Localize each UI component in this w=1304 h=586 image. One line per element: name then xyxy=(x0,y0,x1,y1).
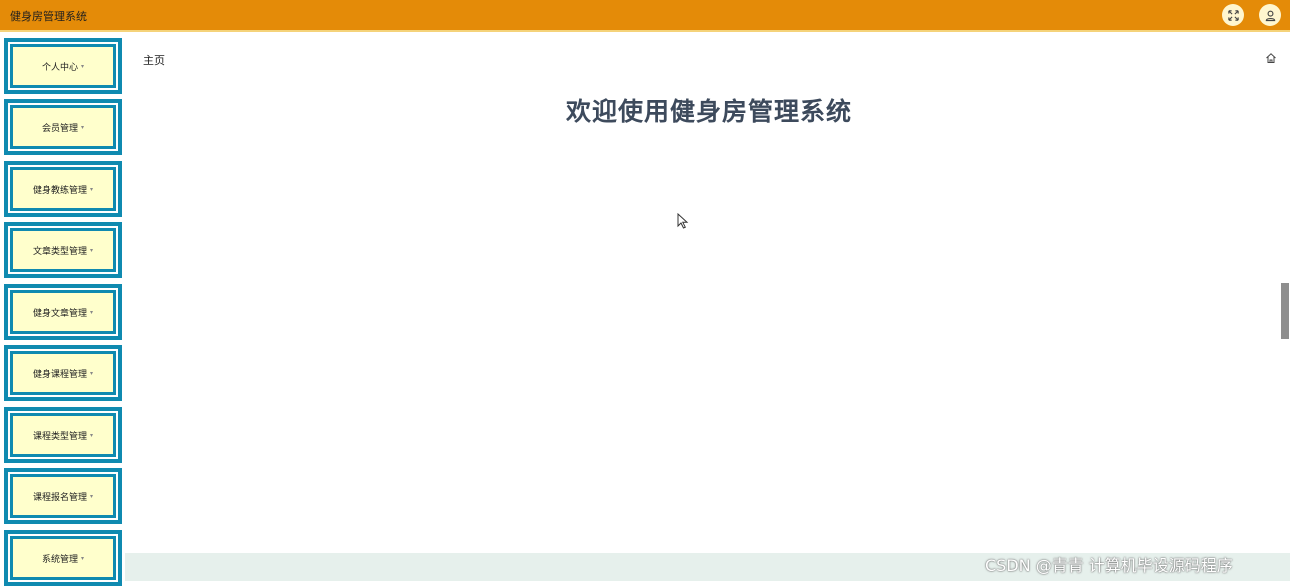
sidebar-item-courses[interactable]: 健身课程管理 ▾ xyxy=(4,345,122,401)
caret-down-icon: ▾ xyxy=(90,308,94,316)
sidebar-item-members[interactable]: 会员管理 ▾ xyxy=(4,99,122,155)
welcome-heading: 欢迎使用健身房管理系统 xyxy=(565,97,852,126)
home-icon[interactable] xyxy=(1265,52,1277,64)
fullscreen-button[interactable] xyxy=(1222,4,1244,26)
sidebar-item-system[interactable]: 系统管理 ▾ xyxy=(4,530,122,586)
expand-icon xyxy=(1227,9,1239,21)
sidebar-item-label: 文章类型管理 xyxy=(32,246,87,257)
watermark: CSDN @青青 计算机毕设源码程序 xyxy=(985,556,1233,575)
sidebar-item-coaches[interactable]: 健身教练管理 ▾ xyxy=(4,161,122,217)
sidebar-item-label: 课程类型管理 xyxy=(32,431,87,442)
sidebar-item-label: 健身文章管理 xyxy=(32,308,87,319)
sidebar-item-label: 课程报名管理 xyxy=(32,492,87,503)
breadcrumb-home[interactable]: 主页 xyxy=(143,54,165,67)
sidebar-item-label: 健身课程管理 xyxy=(32,369,87,380)
mouse-cursor-icon xyxy=(677,213,689,229)
sidebar-item-course-types[interactable]: 课程类型管理 ▾ xyxy=(4,407,122,463)
sidebar-item-label: 健身教练管理 xyxy=(32,185,87,196)
sidebar-item-label: 个人中心 xyxy=(41,62,78,73)
sidebar-item-label: 会员管理 xyxy=(41,123,78,134)
breadcrumb[interactable]: 主页 xyxy=(143,52,165,68)
caret-down-icon: ▾ xyxy=(81,554,85,562)
sidebar-item-course-enrollment[interactable]: 课程报名管理 ▾ xyxy=(4,468,122,524)
caret-down-icon: ▾ xyxy=(90,431,94,439)
user-icon xyxy=(1265,10,1275,21)
caret-down-icon: ▾ xyxy=(90,492,94,500)
caret-down-icon: ▾ xyxy=(90,369,94,377)
caret-down-icon: ▾ xyxy=(90,185,94,193)
sidebar-item-label: 系统管理 xyxy=(41,554,78,565)
sidebar: 个人中心 ▾ 会员管理 ▾ 健身教练管理 ▾ 文章类型管理 ▾ 健身文章管理 ▾… xyxy=(0,33,125,586)
user-menu-button[interactable] xyxy=(1259,4,1281,26)
scrollbar-thumb[interactable] xyxy=(1281,283,1289,339)
sidebar-item-personal-center[interactable]: 个人中心 ▾ xyxy=(4,38,122,94)
top-bar: 健身房管理系统 xyxy=(0,0,1290,32)
app-title: 健身房管理系统 xyxy=(10,10,87,23)
caret-down-icon: ▾ xyxy=(90,246,94,254)
sidebar-item-article-types[interactable]: 文章类型管理 ▾ xyxy=(4,222,122,278)
caret-down-icon: ▾ xyxy=(81,123,85,131)
caret-down-icon: ▾ xyxy=(81,62,85,70)
sidebar-item-articles[interactable]: 健身文章管理 ▾ xyxy=(4,284,122,340)
